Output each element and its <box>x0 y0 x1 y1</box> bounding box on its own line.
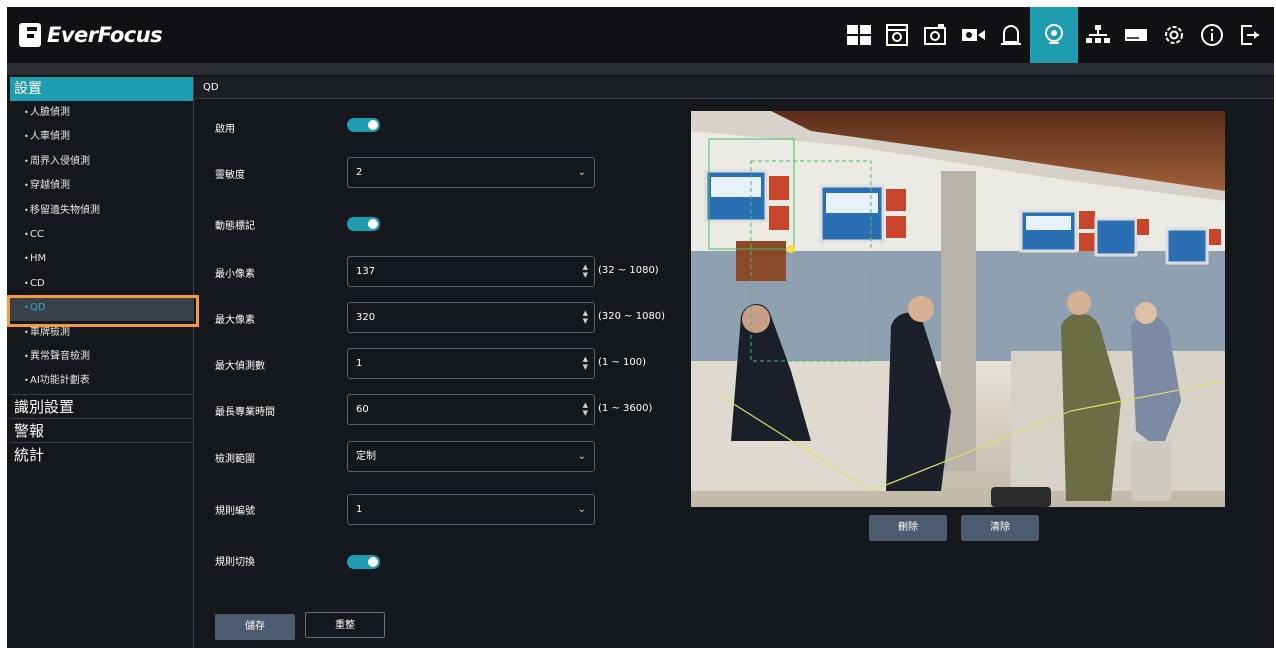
max-pixels-range: (320 ~ 1080) <box>598 311 666 322</box>
network-icon[interactable] <box>1079 7 1116 63</box>
sidebar-item-cc[interactable]: CC <box>10 223 193 247</box>
max-detect-label: 最大偵測數 <box>215 361 265 372</box>
delete-button[interactable]: 刪除 <box>869 515 947 541</box>
logo-mark-icon <box>19 23 41 47</box>
sidebar-item-ai-schedule[interactable]: AI功能計劃表 <box>10 369 193 393</box>
page-title: QD <box>195 77 1274 99</box>
playback-icon[interactable] <box>878 7 915 63</box>
max-detect-value: 1 <box>356 358 363 369</box>
stepper-icon[interactable]: ▲ ▼ <box>583 263 588 279</box>
motion-mark-toggle[interactable] <box>347 217 380 231</box>
settings-icon[interactable] <box>1155 7 1192 63</box>
snapshot-icon[interactable] <box>916 7 953 63</box>
alarm-icon[interactable] <box>992 7 1029 63</box>
detect-area-value: 定制 <box>356 451 376 462</box>
sensitivity-label: 靈敏度 <box>215 170 245 181</box>
stepper-icon[interactable]: ▲ ▼ <box>583 355 588 371</box>
rule-no-label: 規則編號 <box>215 506 255 517</box>
min-pixels-input[interactable]: 137 ▲ ▼ <box>347 256 595 287</box>
chevron-down-icon: ⌄ <box>577 167 586 178</box>
selection-highlight <box>7 295 199 327</box>
record-icon[interactable] <box>954 7 991 63</box>
info-icon[interactable] <box>1193 7 1230 63</box>
max-pixels-value: 320 <box>356 312 376 323</box>
storage-icon[interactable] <box>1117 7 1154 63</box>
sensitivity-value: 2 <box>356 167 363 178</box>
enable-toggle[interactable] <box>347 118 380 132</box>
sidebar-item-sound[interactable]: 異常聲音檢測 <box>10 345 193 369</box>
max-time-label: 最長專業時間 <box>215 407 275 418</box>
max-pixels-input[interactable]: 320 ▲ ▼ <box>347 302 595 333</box>
stepper-icon[interactable]: ▲ ▼ <box>583 309 588 325</box>
sidebar-item-face-detection[interactable]: 人臉偵測 <box>10 101 193 125</box>
chevron-down-icon: ⌄ <box>577 504 586 515</box>
detect-area-label: 檢測範圍 <box>215 454 255 465</box>
sidebar-item-human-vehicle[interactable]: 人車偵測 <box>10 125 193 149</box>
sidebar: 設置 人臉偵測 人車偵測 周界入侵偵測 穿越偵測 移留遺失物偵測 CC HM C… <box>7 77 199 648</box>
app-frame: EverFocus 設置 • 人臉偵測 • 人車偵測 • 周界入侵偵測 • 穿越… <box>7 7 1274 648</box>
rule-no-value: 1 <box>356 504 363 515</box>
sidebar-category-recognition[interactable]: 識別設置 <box>10 393 193 418</box>
max-pixels-label: 最大像素 <box>215 315 255 326</box>
min-pixels-value: 137 <box>356 266 376 277</box>
sidebar-item-cd[interactable]: CD <box>10 272 193 296</box>
top-bar-divider <box>7 63 1274 75</box>
reset-button[interactable]: 重整 <box>305 612 385 638</box>
everfocus-logo: EverFocus <box>19 21 163 49</box>
rule-switch-label: 規則切換 <box>215 557 255 568</box>
sidebar-item-line-crossing[interactable]: 穿越偵測 <box>10 174 193 198</box>
sidebar-item-intrusion[interactable]: 周界入侵偵測 <box>10 150 193 174</box>
max-time-input[interactable]: 60 ▲ ▼ <box>347 394 595 425</box>
max-time-range: (1 ~ 3600) <box>598 403 653 414</box>
max-time-value: 60 <box>356 404 369 415</box>
brand-name: EverFocus <box>47 23 163 47</box>
min-pixels-label: 最小像素 <box>215 269 255 280</box>
layout-icon[interactable] <box>840 7 877 63</box>
save-button[interactable]: 儲存 <box>215 614 295 640</box>
max-detect-range: (1 ~ 100) <box>598 357 646 368</box>
toolbar-icons <box>839 7 1268 63</box>
top-bar: EverFocus <box>7 7 1274 63</box>
rule-no-select[interactable]: 1 ⌄ <box>347 494 595 525</box>
sidebar-item-object-left[interactable]: 移留遺失物偵測 <box>10 199 193 223</box>
sidebar-item-hm[interactable]: HM <box>10 247 193 271</box>
logout-icon[interactable] <box>1231 7 1268 63</box>
stepper-icon[interactable]: ▲ ▼ <box>583 401 588 417</box>
enable-label: 啟用 <box>215 124 235 135</box>
detect-area-select[interactable]: 定制 ⌄ <box>347 441 595 472</box>
sidebar-category-alarm[interactable]: 警報 <box>10 417 193 442</box>
sidebar-category-settings[interactable]: 設置 <box>10 77 193 101</box>
max-detect-input[interactable]: 1 ▲ ▼ <box>347 348 595 379</box>
min-pixels-range: (32 ~ 1080) <box>598 265 659 276</box>
camera-preview[interactable] <box>691 111 1225 507</box>
ai-icon[interactable] <box>1030 7 1078 63</box>
sidebar-category-statistics[interactable]: 統計 <box>10 441 193 466</box>
sensitivity-select[interactable]: 2 ⌄ <box>347 157 595 188</box>
clear-button[interactable]: 清除 <box>961 515 1039 541</box>
motion-mark-label: 動態標記 <box>215 221 255 232</box>
rule-switch-toggle[interactable] <box>347 555 380 569</box>
chevron-down-icon: ⌄ <box>577 451 586 462</box>
camera-scene <box>691 111 1225 507</box>
